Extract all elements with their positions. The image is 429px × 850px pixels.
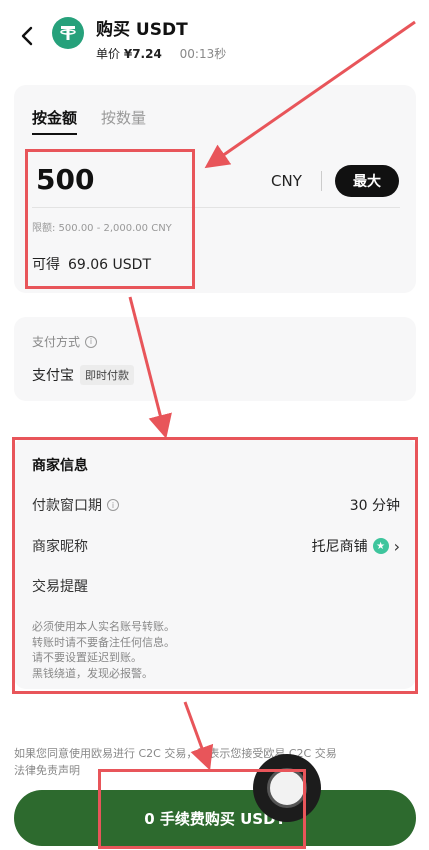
merchant-nickname-value: 托尼商铺	[311, 539, 368, 555]
merchant-nickname-row[interactable]: 商家昵称 托尼商铺 ★ ›	[32, 536, 400, 556]
floating-assistive-ball[interactable]	[253, 754, 321, 822]
receive-amount: 可得 69.06 USDT	[32, 254, 151, 274]
info-icon[interactable]: i	[107, 499, 119, 511]
payment-label-row: 支付方式 i	[32, 333, 98, 350]
page-title: 购买 USDT	[96, 20, 188, 40]
merchant-nickname-label: 商家昵称	[32, 539, 88, 555]
payment-window-label: 付款窗口期	[32, 498, 102, 514]
payment-window-value: 30 分钟	[349, 498, 400, 514]
notice-line: 转账时请不要备注任何信息。	[32, 635, 175, 649]
merchant-section-title: 商家信息	[32, 458, 88, 474]
divider	[321, 171, 322, 191]
price-line: 单价 ¥7.24 00:13秒	[96, 45, 226, 62]
max-button[interactable]: 最大	[335, 165, 399, 197]
notice-line: 黑钱绕道，发现必报警。	[32, 666, 153, 680]
buy-button[interactable]: 0 手续费购买 USDT	[14, 790, 416, 846]
floating-ball-ring	[267, 768, 307, 808]
back-arrow-icon[interactable]	[18, 24, 38, 48]
merchant-info-card: 商家信息 付款窗口期 i 30 分钟 商家昵称 托尼商铺 ★ › 交易提醒 必须…	[14, 437, 416, 689]
tab-by-quantity[interactable]: 按数量	[101, 107, 146, 135]
payment-method-card[interactable]: 支付方式 i 支付宝 即时付款	[14, 317, 416, 401]
payment-label: 支付方式	[32, 335, 81, 349]
payment-method-row: 支付宝 即时付款	[32, 365, 134, 385]
receive-label: 可得	[32, 257, 60, 273]
countdown-timer: 00:13秒	[179, 47, 227, 61]
page-header: 购买 USDT 单价 ¥7.24 00:13秒	[0, 0, 429, 70]
amount-card: 按金额 按数量 500 CNY 最大 限额: 500.00 - 2,000.00…	[14, 85, 416, 293]
verified-merchant-icon: ★	[372, 538, 389, 554]
trade-notice: 必须使用本人实名账号转账。 转账时请不要备注任何信息。 请不要设置延迟到账。 黑…	[32, 619, 175, 681]
amount-input[interactable]: 500	[36, 163, 94, 196]
payment-method: 支付宝	[32, 368, 74, 384]
price-label: 单价	[96, 47, 121, 61]
instant-pay-badge: 即时付款	[80, 365, 134, 385]
price-value: ¥7.24	[123, 47, 162, 61]
tab-by-amount[interactable]: 按金额	[32, 107, 78, 135]
currency-label: CNY	[271, 172, 302, 190]
disclaimer-link[interactable]: 法律免责声明	[14, 762, 414, 779]
divider	[32, 207, 400, 208]
payment-window-row: 付款窗口期 i 30 分钟	[32, 495, 400, 515]
tether-logo-icon	[52, 17, 84, 49]
limit-text: 限额: 500.00 - 2,000.00 CNY	[32, 223, 172, 234]
notice-line: 请不要设置延迟到账。	[32, 651, 142, 664]
info-icon[interactable]: i	[85, 335, 98, 348]
amount-tabs: 按金额 按数量	[32, 107, 146, 135]
chevron-right-icon[interactable]: ›	[394, 537, 400, 556]
trade-reminder-row: 交易提醒	[32, 576, 400, 596]
legal-disclaimer: 如果您同意使用欧易进行 C2C 交易，即表示您接受欧易 C2C 交易 法律免责声…	[14, 745, 414, 779]
trade-reminder-label: 交易提醒	[32, 579, 88, 595]
notice-line: 必须使用本人实名账号转账。	[32, 620, 175, 633]
receive-value: 69.06 USDT	[68, 257, 151, 273]
disclaimer-line: 如果您同意使用欧易进行 C2C 交易，即表示您接受欧易 C2C 交易	[14, 747, 337, 760]
